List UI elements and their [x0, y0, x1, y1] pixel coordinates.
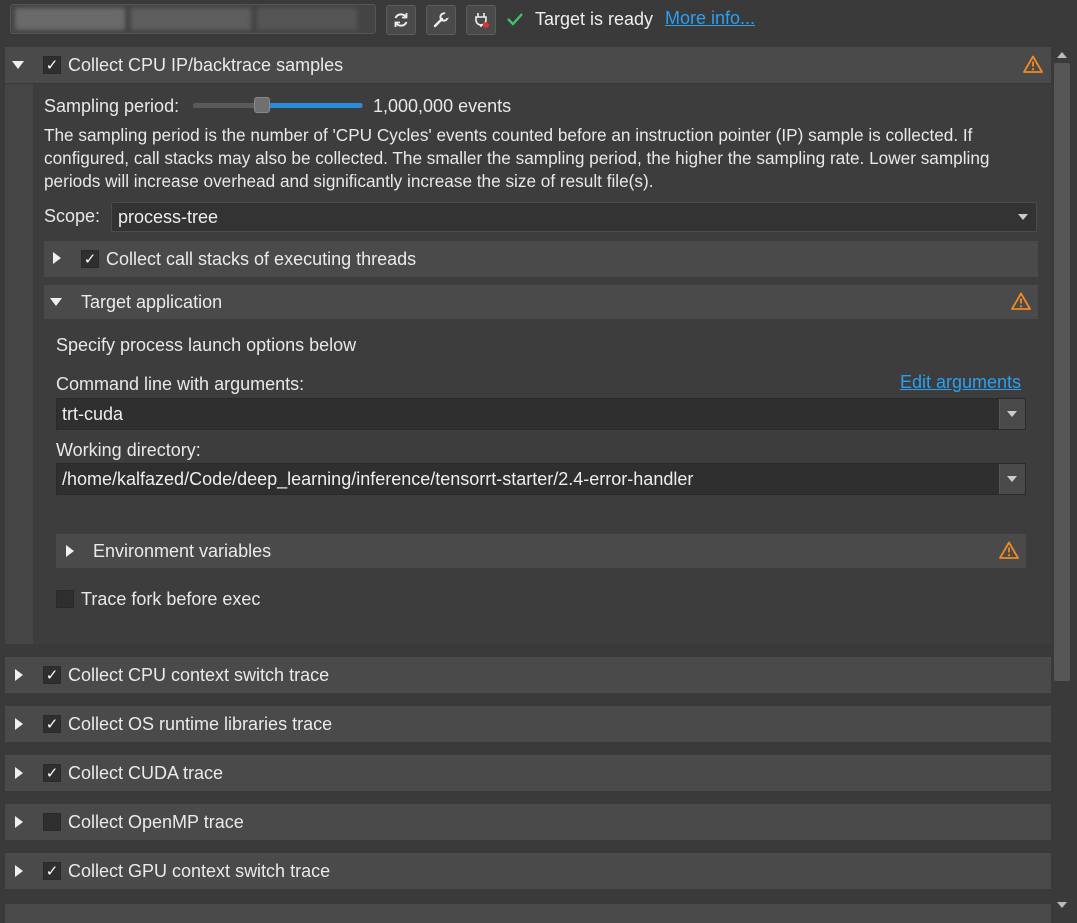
collapse-icon[interactable]	[50, 298, 62, 306]
row-label: Collect CPU context switch trace	[68, 665, 330, 685]
trace-fork-label: Trace fork before exec	[81, 589, 261, 609]
chevron-down-icon	[1018, 214, 1028, 220]
target-status: Target is ready	[535, 9, 654, 29]
expand-icon[interactable]	[15, 865, 23, 877]
plug-icon	[475, 13, 489, 28]
sampling-description: The sampling period is the number of 'CP…	[44, 125, 990, 191]
chevron-down-icon	[1007, 476, 1017, 482]
section-cpu-context-switch[interactable]: ✓ Collect CPU context switch trace	[5, 657, 1051, 693]
row-label: Collect GPU context switch trace	[68, 861, 331, 881]
scope-select[interactable]: process-tree	[111, 202, 1037, 232]
row-checkbox[interactable]: ✓	[43, 862, 61, 880]
vertical-scrollbar[interactable]	[1052, 45, 1072, 915]
wrench-icon	[433, 12, 450, 28]
scrollbar-thumb[interactable]	[1054, 63, 1070, 681]
row-checkbox[interactable]: ✓	[43, 715, 61, 733]
target-application-label: Target application	[81, 292, 223, 312]
cpu-samples-checkbox[interactable]: ✓	[43, 56, 61, 74]
section-call-stacks[interactable]: ✓ Collect call stacks of executing threa…	[44, 241, 1038, 277]
expand-icon[interactable]	[53, 252, 61, 264]
working-directory-input[interactable]: /home/kalfazed/Code/deep_learning/infere…	[56, 463, 1026, 495]
section-target-application[interactable]: Target application	[44, 285, 1038, 319]
scroll-down-button[interactable]	[1052, 897, 1072, 913]
working-directory-value: /home/kalfazed/Code/deep_learning/infere…	[62, 469, 694, 489]
command-line-dropdown[interactable]	[999, 399, 1025, 429]
section-gpu-context-switch[interactable]: ✓ Collect GPU context switch trace	[5, 853, 1051, 889]
collapse-icon[interactable]	[12, 61, 24, 69]
section-environment-variables[interactable]: Environment variables	[56, 534, 1026, 568]
arrow-down-icon	[1057, 902, 1067, 908]
check-icon	[507, 13, 523, 26]
expand-icon[interactable]	[15, 816, 23, 828]
expand-icon[interactable]	[15, 669, 23, 681]
edit-arguments-link[interactable]: Edit arguments	[900, 372, 1021, 393]
row-label: Collect CUDA trace	[68, 763, 224, 783]
section-cuda-trace[interactable]: ✓ Collect CUDA trace	[5, 755, 1051, 791]
sampling-slider-fill	[262, 103, 362, 108]
section-openmp-trace[interactable]: Collect OpenMP trace	[5, 804, 1051, 840]
row-checkbox[interactable]	[43, 813, 61, 831]
scroll-up-button[interactable]	[1052, 47, 1072, 63]
partially-visible-row[interactable]	[5, 904, 1051, 923]
sampling-slider-thumb[interactable]	[254, 97, 270, 113]
target-selector[interactable]	[10, 4, 376, 34]
row-checkbox[interactable]: ✓	[43, 666, 61, 684]
trace-fork-checkbox[interactable]	[56, 590, 74, 608]
section-cpu-samples[interactable]: ✓ Collect CPU IP/backtrace samples	[5, 47, 1051, 83]
section-os-runtime[interactable]: ✓ Collect OS runtime libraries trace	[5, 706, 1051, 742]
expand-icon[interactable]	[66, 545, 74, 557]
command-line-value: trt-cuda	[62, 404, 124, 424]
warning-icon	[999, 541, 1019, 559]
redacted-target-name-3	[257, 8, 357, 30]
working-directory-label: Working directory:	[56, 440, 201, 460]
row-label: Collect OS runtime libraries trace	[68, 714, 333, 734]
launch-options-intro: Specify process launch options below	[56, 335, 357, 355]
environment-variables-label: Environment variables	[93, 541, 272, 561]
sampling-period-value: 1,000,000 events	[373, 96, 512, 116]
refresh-button[interactable]	[386, 5, 416, 35]
call-stacks-label: Collect call stacks of executing threads	[106, 249, 417, 269]
more-info-link[interactable]: More info...	[665, 8, 755, 29]
expand-icon[interactable]	[15, 718, 23, 730]
connect-button[interactable]	[466, 5, 496, 35]
call-stacks-checkbox[interactable]: ✓	[81, 250, 99, 268]
redacted-target-name	[15, 8, 125, 30]
row-checkbox[interactable]: ✓	[43, 764, 61, 782]
sampling-period-label: Sampling period:	[44, 96, 180, 116]
working-directory-dropdown[interactable]	[999, 464, 1025, 494]
warning-icon	[1011, 292, 1031, 310]
cpu-samples-label: Collect CPU IP/backtrace samples	[68, 55, 344, 75]
scope-value: process-tree	[118, 207, 219, 227]
configure-button[interactable]	[426, 5, 456, 35]
indent-gutter	[5, 84, 33, 644]
toolbar: Target is ready More info...	[0, 0, 1077, 40]
warning-icon	[1023, 55, 1043, 73]
refresh-icon	[394, 13, 408, 27]
row-label: Collect OpenMP trace	[68, 812, 244, 832]
command-line-input[interactable]: trt-cuda	[56, 398, 1026, 430]
command-line-label: Command line with arguments:	[56, 374, 305, 394]
chevron-down-icon	[1007, 411, 1017, 417]
arrow-up-icon	[1057, 52, 1067, 58]
expand-icon[interactable]	[15, 767, 23, 779]
scope-label: Scope:	[44, 206, 101, 226]
redacted-target-name-2	[131, 8, 251, 30]
